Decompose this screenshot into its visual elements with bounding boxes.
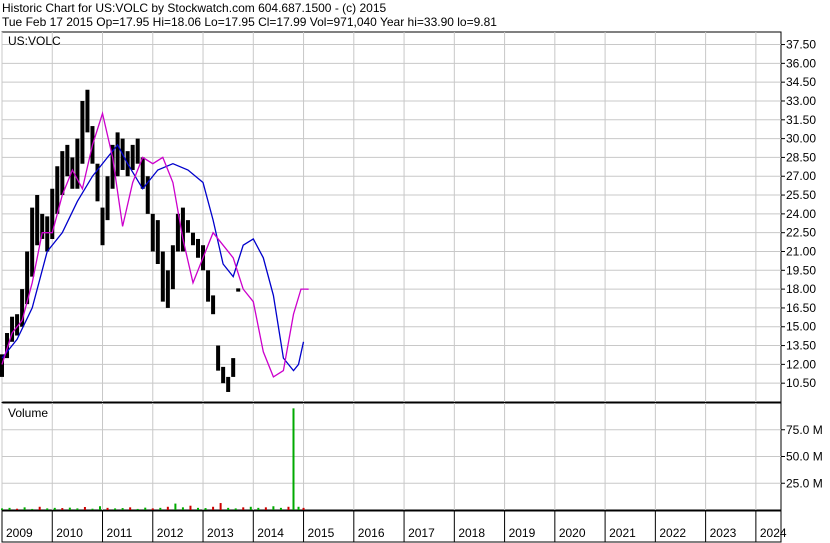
price-tick-label: 25.50	[786, 188, 816, 202]
price-tick-label: 31.50	[786, 113, 816, 127]
volume-bar	[272, 506, 275, 510]
year-label: 2018	[458, 526, 485, 540]
year-label: 2013	[207, 526, 234, 540]
price-axis-ticks: 37.50 36.00 34.50 33.00 31.50 30.00 28.50 27.00…	[781, 38, 816, 390]
volume-bar	[189, 505, 192, 510]
volume-bar	[106, 507, 109, 510]
volume-bar	[99, 506, 102, 510]
price-tick-label: 19.50	[786, 263, 816, 277]
volume-bar	[292, 408, 295, 510]
volume-bar	[287, 506, 290, 510]
year-label: 2024	[760, 526, 787, 540]
volume-label: Volume	[8, 406, 48, 420]
price-tick-label: 34.50	[786, 75, 816, 89]
volume-bar	[297, 506, 300, 510]
year-label: 2019	[509, 526, 536, 540]
volume-axis-ticks: 75.0 M 50.0 M 25.0 M	[781, 423, 823, 490]
volume-bar	[23, 507, 26, 510]
volume-bar	[8, 507, 11, 510]
volume-bar	[234, 508, 237, 510]
volume-bar	[61, 508, 64, 510]
price-tick-label: 16.50	[786, 301, 816, 315]
volume-bar	[38, 506, 41, 510]
volume-bar	[83, 507, 86, 510]
volume-bar	[91, 508, 94, 510]
volume-bar	[16, 508, 19, 510]
volume-bar	[151, 508, 154, 510]
year-axis: 2009 2010 2011 2012 2013 2014 2015 2016 2017 2018…	[1, 510, 787, 543]
volume-panel: 75.0 M 50.0 M 25.0 M Volume	[1, 402, 823, 511]
price-tick-label: 36.00	[786, 56, 816, 70]
year-label: 2023	[710, 526, 737, 540]
volume-tick-label: 75.0 M	[786, 423, 823, 437]
price-tick-label: 28.50	[786, 150, 816, 164]
volume-bar	[279, 507, 282, 510]
price-tick-label: 24.00	[786, 207, 816, 221]
price-tick-label: 33.00	[786, 94, 816, 108]
price-panel-frame	[1, 31, 782, 403]
volume-bar	[227, 507, 230, 510]
year-label: 2017	[408, 526, 435, 540]
year-label: 2010	[56, 526, 83, 540]
volume-bar	[136, 508, 139, 510]
volume-tick-label: 50.0 M	[786, 450, 823, 464]
symbol-label: US:VOLC	[8, 34, 61, 48]
volume-bar	[1, 508, 3, 510]
price-tick-label: 13.50	[786, 339, 816, 353]
year-label: 2012	[157, 526, 184, 540]
year-label: 2022	[659, 526, 686, 540]
year-label: 2011	[107, 526, 133, 540]
volume-bar	[144, 507, 147, 510]
volume-bar	[46, 508, 49, 510]
year-label: 2020	[559, 526, 586, 540]
price-tick-label: 18.00	[786, 282, 816, 296]
volume-bar	[242, 507, 245, 510]
volume-bar	[166, 506, 169, 510]
volume-tick-label: 25.0 M	[786, 476, 823, 490]
price-tick-label: 15.00	[786, 320, 816, 334]
price-tick-label: 27.00	[786, 169, 816, 183]
volume-bar	[114, 508, 117, 510]
price-tick-label: 22.50	[786, 226, 816, 240]
price-tick-label: 30.00	[786, 132, 816, 146]
volume-bar	[121, 508, 124, 510]
price-tick-label: 10.50	[786, 376, 816, 390]
volume-bar	[76, 508, 79, 510]
volume-bar	[212, 506, 215, 510]
price-tick-label: 37.50	[786, 38, 816, 52]
stock-chart: 37.50 36.00 34.50 33.00 31.50 30.00 28.50 27.00…	[0, 31, 823, 543]
volume-bar	[257, 507, 260, 510]
volume-bar	[204, 508, 207, 510]
volume-bar	[264, 507, 267, 510]
year-label: 2009	[6, 526, 33, 540]
price-panel: 37.50 36.00 34.50 33.00 31.50 30.00 28.50 27.00…	[0, 31, 816, 403]
price-tick-label: 12.00	[786, 357, 816, 371]
volume-bar	[197, 507, 200, 510]
volume-bar	[53, 507, 56, 510]
year-label: 2015	[308, 526, 335, 540]
volume-bar	[174, 503, 177, 510]
year-label: 2014	[257, 526, 284, 540]
volume-bar	[302, 507, 305, 510]
volume-bar	[219, 503, 222, 510]
year-label: 2021	[609, 526, 636, 540]
volume-bar	[181, 507, 184, 510]
year-label: 2016	[358, 526, 385, 540]
volume-bar	[31, 508, 34, 510]
volume-bar	[129, 507, 132, 510]
price-tick-label: 21.00	[786, 244, 816, 258]
volume-bar	[249, 506, 252, 510]
volume-bar	[159, 507, 162, 510]
volume-bar	[68, 507, 71, 510]
